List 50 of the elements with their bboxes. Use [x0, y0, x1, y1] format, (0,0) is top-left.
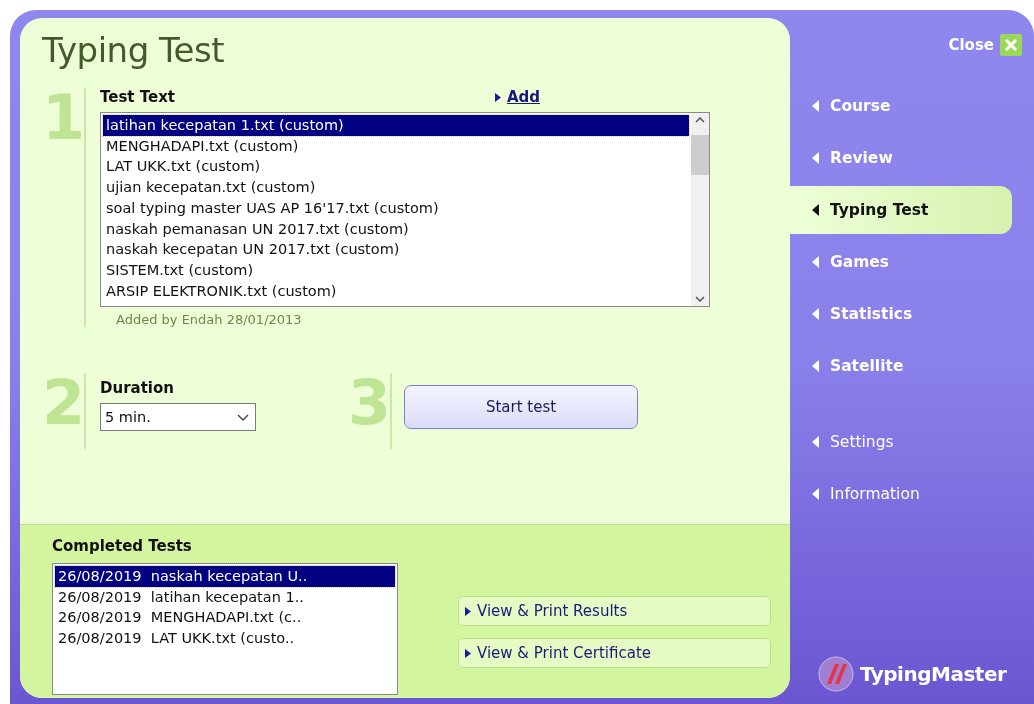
completed-test-row[interactable]: 26/08/2019 LAT UKK.txt (custo.. — [55, 627, 395, 648]
list-item[interactable]: LAT UKK.txt (custom) — [103, 156, 689, 178]
completed-tests-list[interactable]: 26/08/2019 naskah kecepatan U.. 26/08/2019 latihan kecepatan 1.. 26/08/2019 MENGHADAPI.txt (c.. 26/08/2019 LAT UKK.txt (custo.. — [52, 563, 398, 695]
window-title: Typing Test — [42, 30, 225, 70]
caret-icon — [812, 308, 820, 320]
list-item[interactable]: MENGHADAPI.txt (custom) — [103, 135, 689, 157]
step-number: 3 — [348, 373, 392, 449]
view-print-button[interactable]: View & Print Certificate — [458, 638, 771, 668]
caret-icon — [812, 100, 820, 112]
list-item[interactable]: ARSIP ELEKTRONIK.txt (custom) — [103, 280, 689, 302]
start-test-button[interactable]: Start test — [404, 385, 638, 429]
list-item[interactable]: latihan kecepatan 1.txt (custom) — [103, 115, 689, 136]
scroll-down-icon[interactable] — [695, 296, 705, 302]
nav-tab[interactable]: Information — [790, 470, 1012, 518]
list-item[interactable]: SISTEM.txt (custom) — [103, 259, 689, 281]
logo-text: TypingMaster — [860, 662, 1007, 686]
added-by-note: Added by Endah 28/01/2013 — [116, 312, 303, 327]
caret-icon — [812, 488, 820, 500]
scrollbar[interactable] — [691, 113, 709, 306]
list-item[interactable]: ujian kecepatan.txt (custom) — [103, 177, 689, 198]
scroll-thumb[interactable] — [691, 135, 709, 175]
duration-select[interactable]: 5 min. — [100, 403, 256, 431]
list-item[interactable]: soal typing master UAS AP 16'17.txt (custom) — [103, 197, 689, 219]
list-item[interactable]: naskah kecepatan UN 2017.txt (custom) — [103, 239, 689, 260]
triangle-icon — [465, 606, 471, 616]
completed-tests-label: Completed Tests — [52, 537, 193, 555]
caret-icon — [812, 436, 820, 448]
close-icon — [1000, 34, 1022, 56]
caret-icon — [812, 256, 820, 268]
nav-tab[interactable]: Typing Test — [790, 186, 1012, 234]
caret-icon — [812, 152, 820, 164]
triangle-icon — [465, 648, 471, 658]
test-text-list[interactable] — [100, 112, 710, 307]
logo-icon — [818, 656, 854, 692]
step-number: 1 — [42, 88, 86, 327]
completed-test-row[interactable]: 26/08/2019 naskah kecepatan U.. — [55, 566, 395, 587]
scroll-up-icon[interactable] — [695, 117, 705, 123]
chevron-down-icon — [237, 413, 249, 421]
step-number: 2 — [42, 373, 86, 449]
triangle-icon — [494, 92, 501, 102]
view-print-button[interactable]: View & Print Results — [458, 596, 771, 626]
completed-test-row[interactable]: 26/08/2019 MENGHADAPI.txt (c.. — [55, 607, 395, 628]
caret-icon — [812, 360, 820, 372]
caret-icon — [812, 204, 820, 216]
nav-tab[interactable]: Settings — [790, 418, 1012, 466]
list-item[interactable]: naskah pemanasan UN 2017.txt (custom) — [103, 218, 689, 240]
test-text-label: Test Text — [100, 88, 175, 106]
add-link[interactable]: Add — [506, 88, 540, 106]
duration-label: Duration — [100, 379, 175, 397]
completed-test-row[interactable]: 26/08/2019 latihan kecepatan 1.. — [55, 586, 395, 607]
